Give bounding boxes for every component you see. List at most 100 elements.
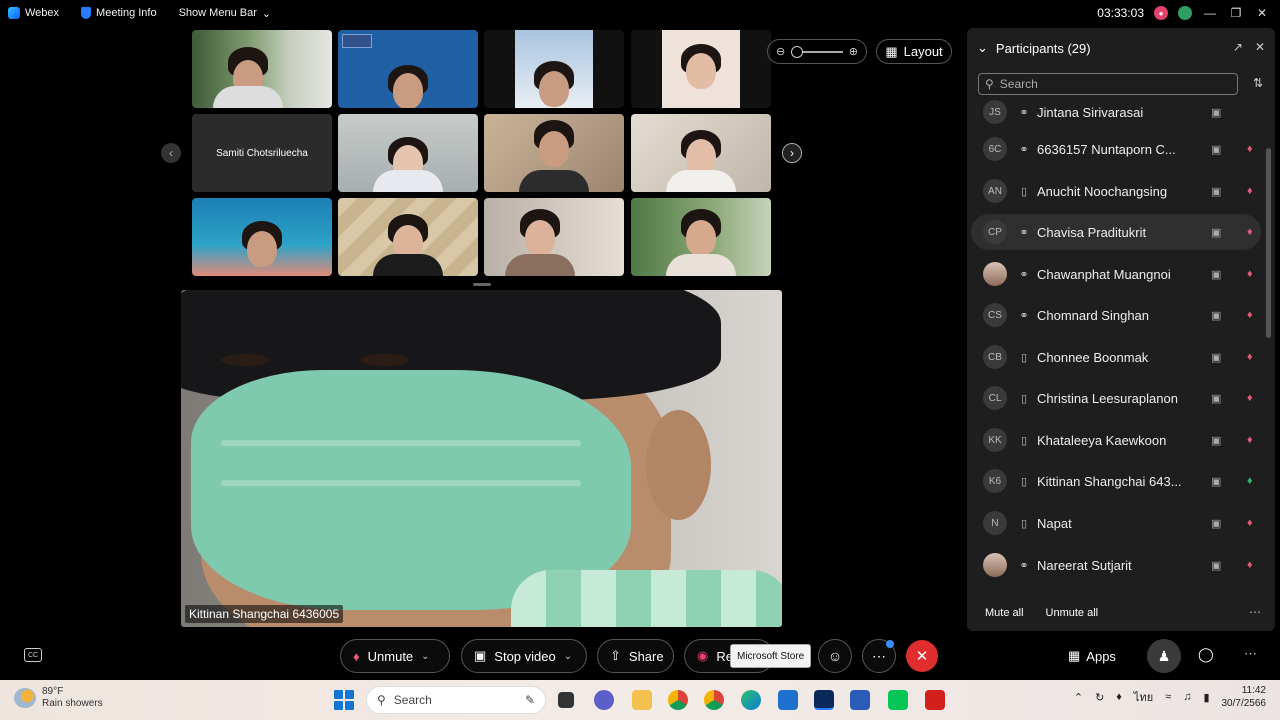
share-button[interactable]: ⇧ Share — [597, 639, 674, 673]
video-tile[interactable] — [338, 30, 478, 108]
video-tile[interactable] — [631, 198, 771, 276]
more-options-icon[interactable]: ⋯ — [1249, 605, 1261, 619]
clock[interactable]: 11:42 30/7/2566 — [1222, 684, 1267, 710]
participant-row[interactable]: CP ⚭ Chavisa Praditukrit ▣ ♦ — [971, 214, 1261, 250]
task-view-icon[interactable] — [558, 692, 574, 708]
mic-on-icon[interactable]: ♦ — [1247, 475, 1261, 487]
unmute-all-button[interactable]: Unmute all — [1046, 607, 1099, 619]
video-tile[interactable] — [484, 114, 624, 192]
minimize-icon[interactable]: — — [1202, 6, 1218, 20]
video-tile[interactable] — [338, 114, 478, 192]
camera-icon[interactable]: ▣ — [1211, 226, 1225, 239]
participants-header[interactable]: ⌄ Participants (29) — [977, 38, 1091, 58]
mic-muted-icon[interactable]: ♦ — [1247, 517, 1261, 529]
participant-row[interactable]: CB ▯ Chonnee Boonmak ▣ ♦ — [971, 339, 1261, 375]
camera-icon[interactable]: ▣ — [1211, 143, 1225, 156]
mic-muted-icon[interactable]: ♦ — [1247, 392, 1261, 404]
participant-row[interactable]: 6C ⚭ 6636157 Nuntaporn C... ▣ ♦ — [971, 131, 1261, 167]
camera-icon[interactable]: ▣ — [1211, 351, 1225, 364]
mic-muted-icon[interactable]: ♦ — [1247, 351, 1261, 363]
show-menu-bar-button[interactable]: Show Menu Bar ⌄ — [179, 7, 271, 20]
camera-icon[interactable]: ▣ — [1211, 559, 1225, 572]
leave-meeting-button[interactable]: ✕ — [906, 640, 938, 672]
video-zoom-slider[interactable]: ⊖ ⊕ — [767, 39, 867, 64]
camera-icon[interactable]: ▣ — [1211, 268, 1225, 281]
camera-icon[interactable]: ▣ — [1211, 106, 1225, 119]
resize-handle[interactable] — [473, 283, 491, 286]
battery-icon[interactable]: ▮ — [1203, 691, 1209, 704]
language-indicator[interactable]: ไทย — [1134, 688, 1153, 706]
video-tile[interactable] — [192, 198, 332, 276]
participant-row[interactable]: JS ⚭ Jintana Sirivarasai ▣ — [971, 98, 1261, 130]
restore-icon[interactable]: ❐ — [1228, 6, 1244, 20]
participant-row[interactable]: KK ▯ Khataleeya Kaewkoon ▣ ♦ — [971, 422, 1261, 458]
close-icon[interactable]: ✕ — [1254, 6, 1270, 20]
participant-row[interactable]: K6 ▯ Kittinan Shangchai 643... ▣ ♦ — [971, 463, 1261, 499]
participant-row[interactable]: N ▯ Napat ▣ ♦ — [971, 505, 1261, 541]
zoom-track[interactable] — [791, 45, 843, 58]
sync-icon[interactable]: ↻ — [1095, 691, 1104, 704]
participant-row[interactable]: AN ▯ Anuchit Noochangsing ▣ ♦ — [971, 173, 1261, 209]
camera-icon[interactable]: ▣ — [1211, 475, 1225, 488]
layout-button[interactable]: ▦ Layout — [876, 39, 952, 64]
zoom-out-icon[interactable]: ⊖ — [776, 45, 785, 58]
chrome-icon[interactable] — [704, 690, 724, 710]
sort-icon[interactable]: ⇅ — [1253, 76, 1263, 90]
mic-muted-icon[interactable]: ♦ — [1247, 268, 1261, 280]
participants-scrollbar[interactable] — [1266, 108, 1271, 588]
camera-icon[interactable]: ▣ — [1211, 392, 1225, 405]
zoom-in-icon[interactable]: ⊕ — [849, 45, 858, 58]
word-icon[interactable] — [850, 690, 870, 710]
chrome-profile-icon[interactable] — [668, 690, 688, 710]
mic-muted-icon[interactable]: ♦ — [1247, 185, 1261, 197]
webex-taskbar-icon[interactable] — [814, 690, 834, 710]
line-icon[interactable] — [888, 690, 908, 710]
mute-all-button[interactable]: Mute all — [985, 607, 1024, 619]
mic-muted-icon[interactable]: ♦ — [1116, 691, 1122, 703]
camera-icon[interactable]: ▣ — [1211, 434, 1225, 447]
active-speaker-video[interactable]: Kittinan Shangchai 6436005 — [181, 290, 782, 627]
participant-row[interactable]: ⚭ Nareerat Sutjarit ▣ ♦ — [971, 547, 1261, 583]
user-avatar[interactable] — [1178, 6, 1192, 20]
stop-video-button[interactable]: ▣ Stop video ⌄ — [461, 639, 587, 673]
camera-icon[interactable]: ▣ — [1211, 517, 1225, 530]
video-tile-name-only[interactable]: Samiti Chotsriluecha — [192, 114, 332, 192]
mic-muted-icon[interactable]: ♦ — [1247, 226, 1261, 238]
zoom-knob[interactable] — [791, 45, 804, 58]
chevron-down-icon[interactable]: ⌄ — [977, 40, 988, 56]
close-panel-icon[interactable]: ✕ — [1255, 40, 1265, 54]
participants-button[interactable]: ♟ — [1147, 639, 1181, 673]
participant-row[interactable]: CS ⚭ Chomnard Singhan ▣ ♦ — [971, 297, 1261, 333]
chat-icon[interactable]: ◯ — [1198, 646, 1214, 663]
file-explorer-icon[interactable] — [632, 690, 652, 710]
chevron-down-icon[interactable]: ⌄ — [421, 651, 429, 662]
mic-muted-icon[interactable]: ♦ — [1247, 143, 1261, 155]
unmute-button[interactable]: ♦ Unmute ⌄ — [340, 639, 450, 673]
closed-captions-icon[interactable]: CC — [24, 648, 42, 662]
apps-button[interactable]: ▦ Apps — [1068, 644, 1116, 668]
pop-out-icon[interactable]: ↗ — [1233, 40, 1243, 54]
participant-row[interactable]: CL ▯ Christina Leesuraplanon ▣ ♦ — [971, 380, 1261, 416]
chevron-up-icon[interactable]: ⌃ — [1074, 691, 1083, 704]
reactions-button[interactable]: ☺ — [818, 639, 852, 673]
webex-app-menu[interactable]: Webex — [8, 7, 59, 19]
chevron-down-icon[interactable]: ⌄ — [564, 651, 572, 662]
acrobat-icon[interactable] — [925, 690, 945, 710]
mic-muted-icon[interactable]: ♦ — [1247, 434, 1261, 446]
previous-page-button[interactable]: ‹ — [161, 143, 181, 163]
more-icon[interactable]: ⋯ — [1244, 646, 1257, 662]
mic-muted-icon[interactable]: ♦ — [1247, 559, 1261, 571]
video-tile[interactable] — [631, 30, 771, 108]
video-tile[interactable] — [338, 198, 478, 276]
volume-icon[interactable]: ♫ — [1183, 691, 1191, 703]
scroll-thumb[interactable] — [1266, 148, 1271, 338]
video-tile[interactable] — [484, 30, 624, 108]
video-tile[interactable] — [484, 198, 624, 276]
wifi-icon[interactable]: ≈ — [1165, 691, 1171, 703]
meeting-info-button[interactable]: Meeting Info — [81, 7, 157, 19]
recording-indicator-icon[interactable]: ● — [1154, 6, 1168, 20]
participant-search-input[interactable]: ⚲ Search — [978, 73, 1238, 95]
microsoft-store-icon[interactable] — [778, 690, 798, 710]
participant-row[interactable]: ⚭ Chawanphat Muangnoi ▣ ♦ — [971, 256, 1261, 292]
next-page-button[interactable]: › — [782, 143, 802, 163]
